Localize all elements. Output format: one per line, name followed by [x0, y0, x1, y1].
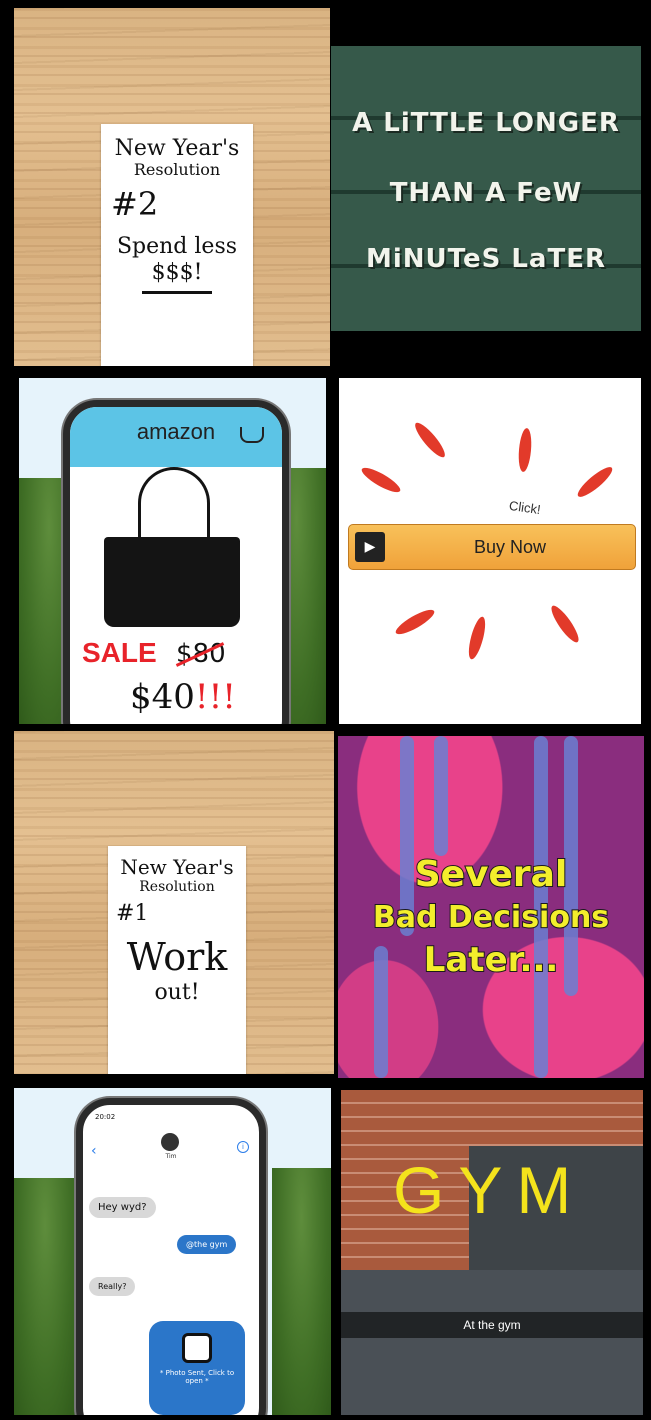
title-line: Bad Decisions — [372, 899, 610, 936]
underline — [142, 291, 212, 295]
camera-icon — [182, 1333, 212, 1363]
avatar[interactable] — [161, 1133, 179, 1151]
note-line: Spend less — [116, 234, 238, 260]
handbag-image[interactable] — [104, 537, 240, 627]
panel-messages-phone: 20:02 ‹ Tim i Hey wyd? @the gym Really? … — [14, 1088, 331, 1415]
note-number: #1 — [116, 901, 149, 927]
note-line: $$$! — [151, 259, 203, 285]
note-line: out! — [154, 980, 200, 1006]
new-price: $40!!! — [130, 677, 236, 717]
new-price-value: $40 — [130, 677, 195, 717]
status-time: 20:02 — [95, 1113, 116, 1121]
title-line: A LiTTLE LONGER — [352, 108, 620, 138]
panel-amazon-phone: amazon SALE $80 $40!!! — [19, 378, 326, 724]
buy-now-button[interactable]: ▶ Buy Now — [348, 524, 636, 570]
info-icon[interactable]: i — [237, 1141, 249, 1153]
message-sent: @the gym — [177, 1235, 237, 1254]
title-line: Later... — [423, 939, 560, 981]
amazon-logo: amazon — [136, 419, 216, 444]
burst-mark — [547, 602, 583, 646]
phone: 20:02 ‹ Tim i Hey wyd? @the gym Really? … — [76, 1098, 266, 1415]
burst-mark — [517, 427, 533, 473]
cart-icon[interactable] — [240, 427, 264, 443]
note-number: #2 — [111, 184, 159, 223]
phone: amazon SALE $80 $40!!! — [63, 400, 289, 724]
bush-left — [14, 1178, 76, 1415]
panel-resolution-1: New Year's Resolution #1 Work out! — [14, 731, 334, 1074]
bush-right — [272, 1168, 331, 1415]
contact-name: Tim — [165, 1153, 177, 1160]
note-line: Work — [126, 935, 228, 980]
photo-caption: * Photo Sent, Click to open * — [159, 1369, 235, 1385]
burst-mark — [392, 605, 438, 639]
photo-bubble[interactable]: * Photo Sent, Click to open * — [149, 1321, 245, 1415]
message-received: Really? — [89, 1277, 136, 1296]
click-text: Click! — [508, 497, 542, 518]
resolution-note: New Year's Resolution #2 Spend less $$$! — [101, 124, 253, 366]
gym-sign: GYM — [393, 1153, 586, 1227]
note-line: New Year's — [120, 855, 234, 879]
play-icon: ▶ — [355, 532, 385, 562]
burst-mark — [411, 419, 449, 461]
title-line: Several — [414, 853, 569, 896]
amazon-header: amazon — [70, 407, 282, 467]
burst-mark — [465, 615, 489, 661]
burst-mark — [358, 463, 404, 497]
handbag-strap — [138, 467, 210, 550]
message-received: Hey wyd? — [89, 1197, 156, 1218]
note-line: New Year's — [114, 136, 240, 161]
panel-resolution-2: New Year's Resolution #2 Spend less $$$! — [14, 8, 330, 366]
note-line: Resolution — [133, 160, 221, 180]
buy-now-label: Buy Now — [473, 536, 547, 557]
sale-label: SALE — [82, 637, 157, 668]
title-line: MiNUTeS LaTER — [366, 244, 606, 274]
title-line: THAN A FeW — [389, 178, 583, 208]
panel-time-card-1: A LiTTLE LONGER THAN A FeW MiNUTeS LaTER — [331, 46, 641, 331]
resolution-note: New Year's Resolution #1 Work out! — [108, 846, 246, 1074]
drip — [434, 736, 448, 856]
comic-page: New Year's Resolution #2 Spend less $$$!… — [0, 0, 651, 1420]
note-line: Resolution — [139, 879, 215, 895]
snap-caption: At the gym — [341, 1312, 643, 1338]
panel-buy-now: Click! ▶ Buy Now — [339, 378, 641, 724]
panel-time-card-2: Several Bad Decisions Later... — [338, 736, 644, 1078]
panel-gym: GYM At the gym — [341, 1090, 643, 1415]
storefront — [341, 1270, 643, 1415]
price-exclaim: !!! — [194, 677, 236, 717]
burst-mark — [574, 463, 616, 501]
